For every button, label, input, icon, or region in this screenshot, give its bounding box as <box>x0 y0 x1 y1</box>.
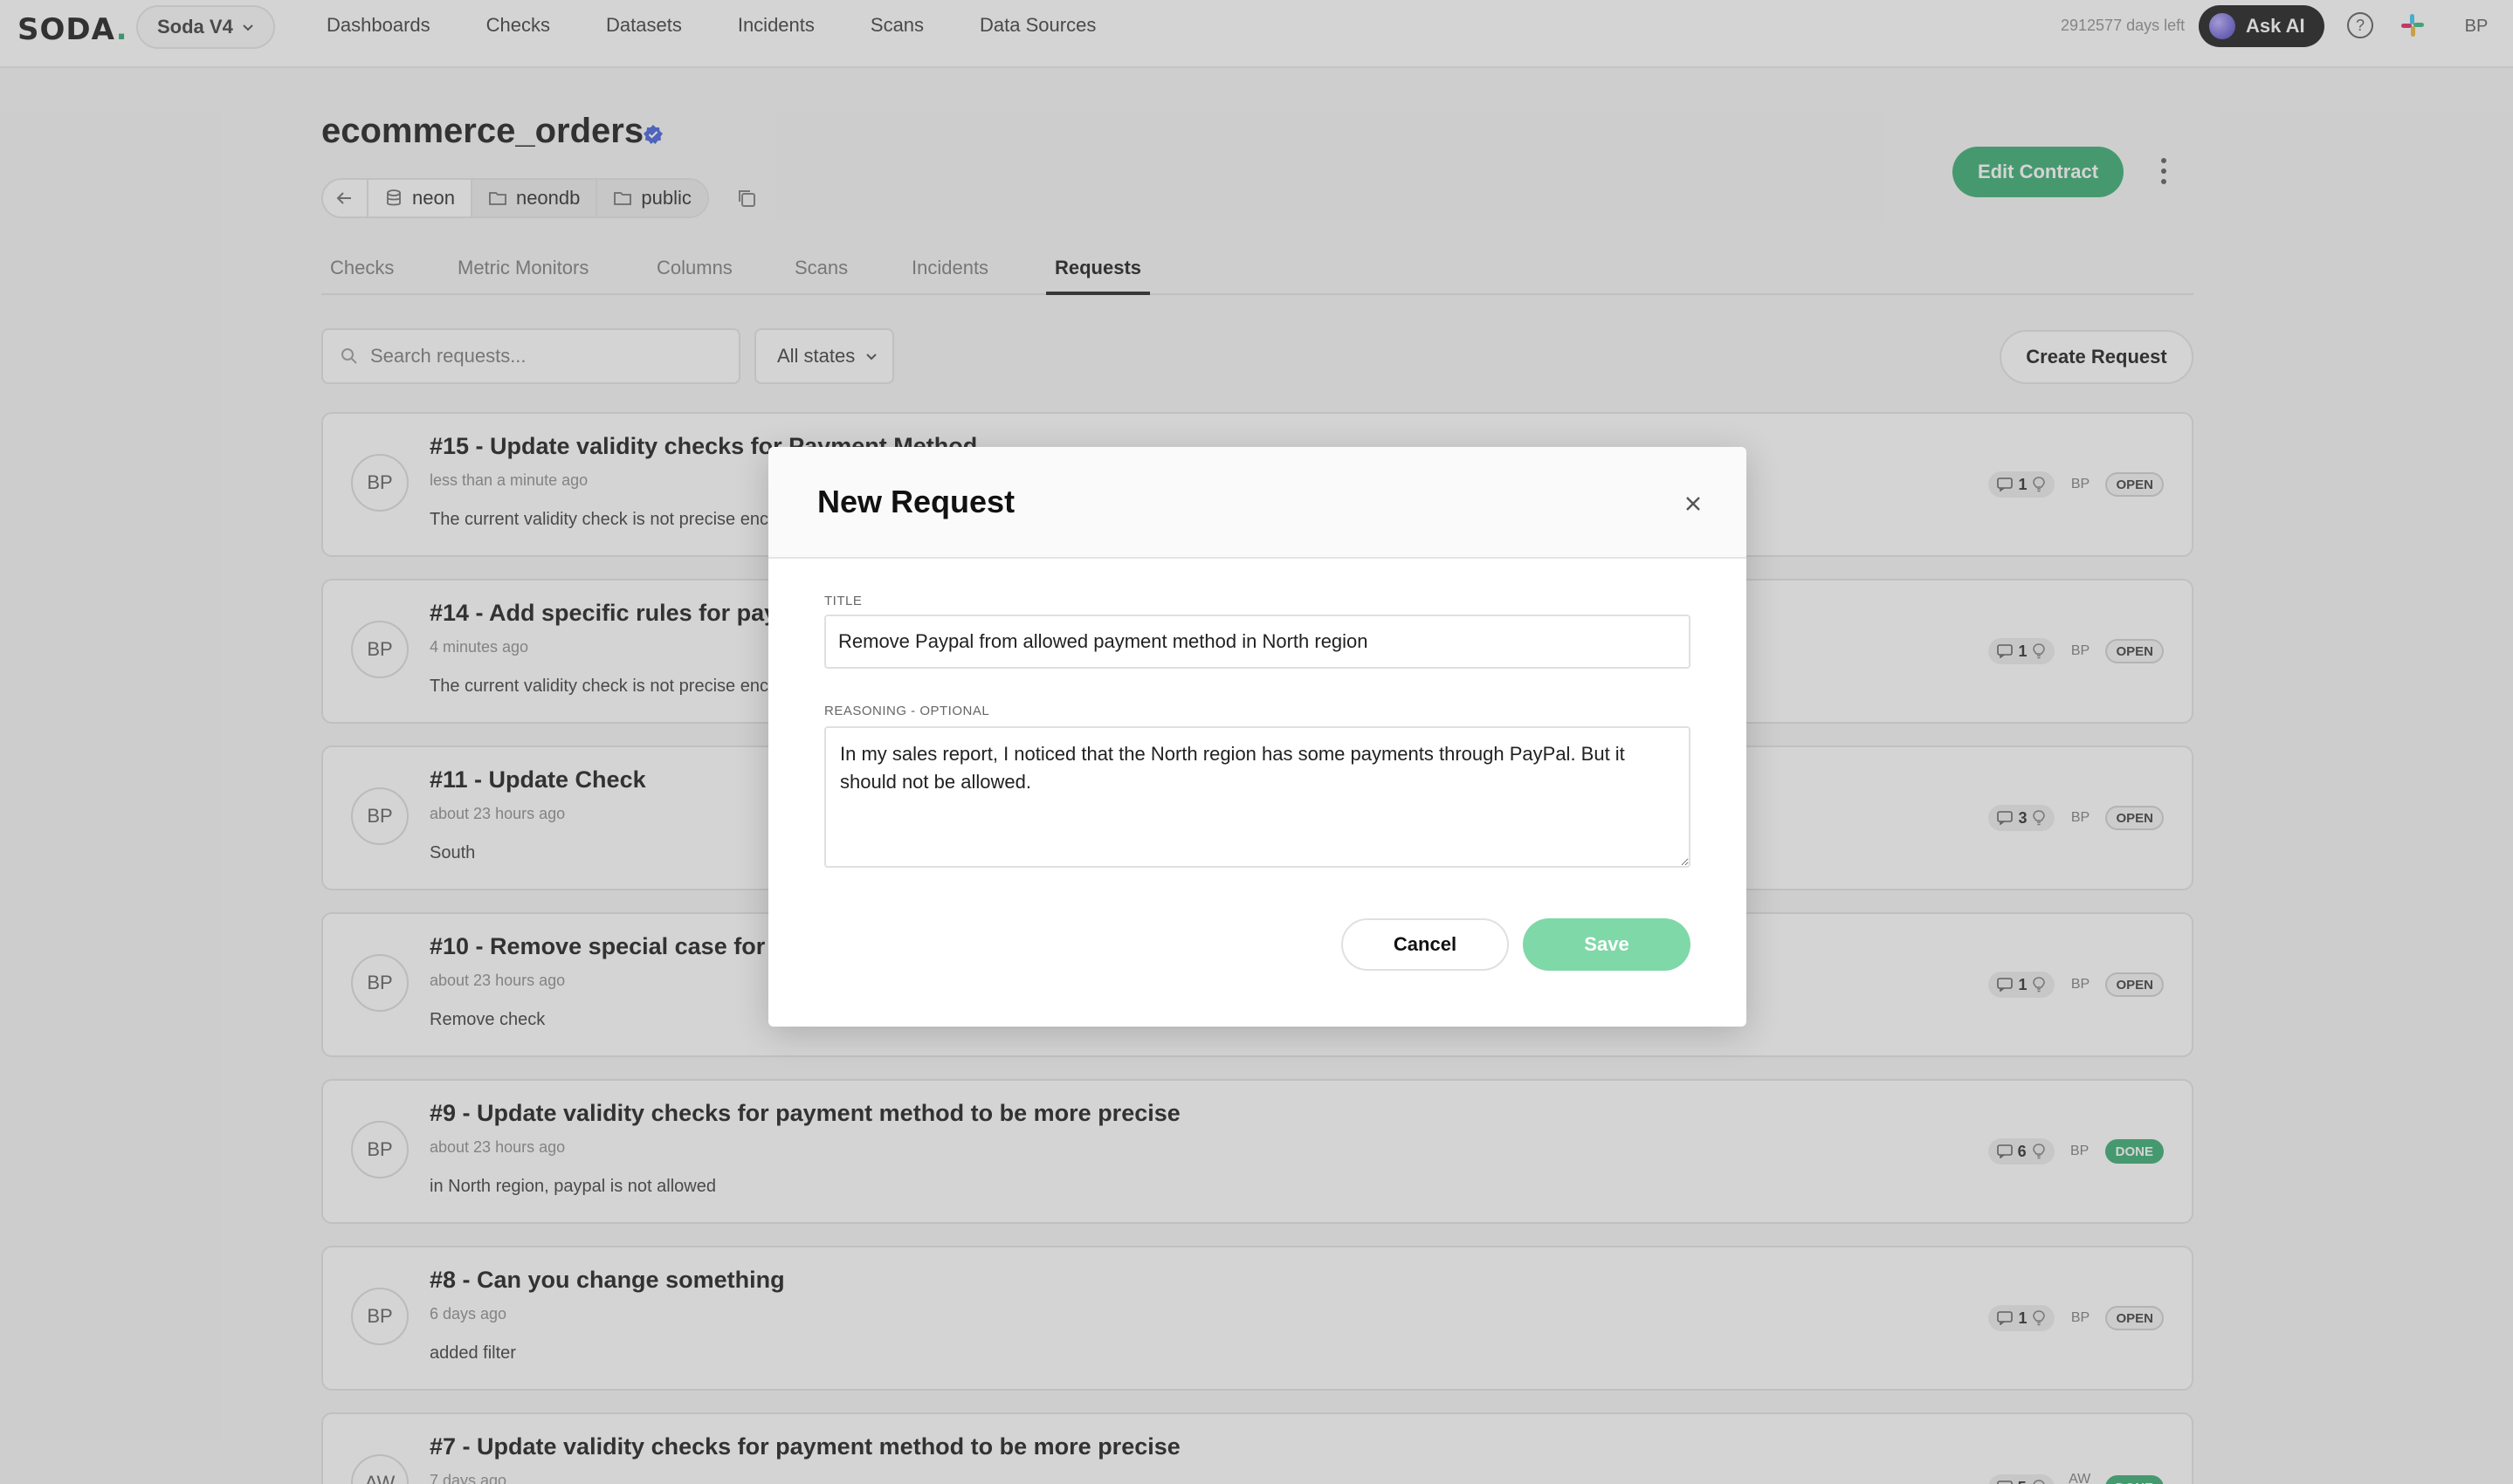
save-button[interactable]: Save <box>1523 918 1690 971</box>
close-icon[interactable] <box>1682 492 1704 515</box>
title-field[interactable] <box>824 615 1690 669</box>
dialog-header: New Request <box>768 447 1746 559</box>
dialog-title: New Request <box>817 484 1016 519</box>
title-field-label: TITLE <box>824 594 863 608</box>
cancel-button[interactable]: Cancel <box>1341 918 1509 971</box>
new-request-dialog: New Request TITLE REASONING - OPTIONAL C… <box>768 447 1746 1027</box>
reasoning-field-label: REASONING - OPTIONAL <box>824 704 990 718</box>
reasoning-field[interactable] <box>824 726 1690 868</box>
